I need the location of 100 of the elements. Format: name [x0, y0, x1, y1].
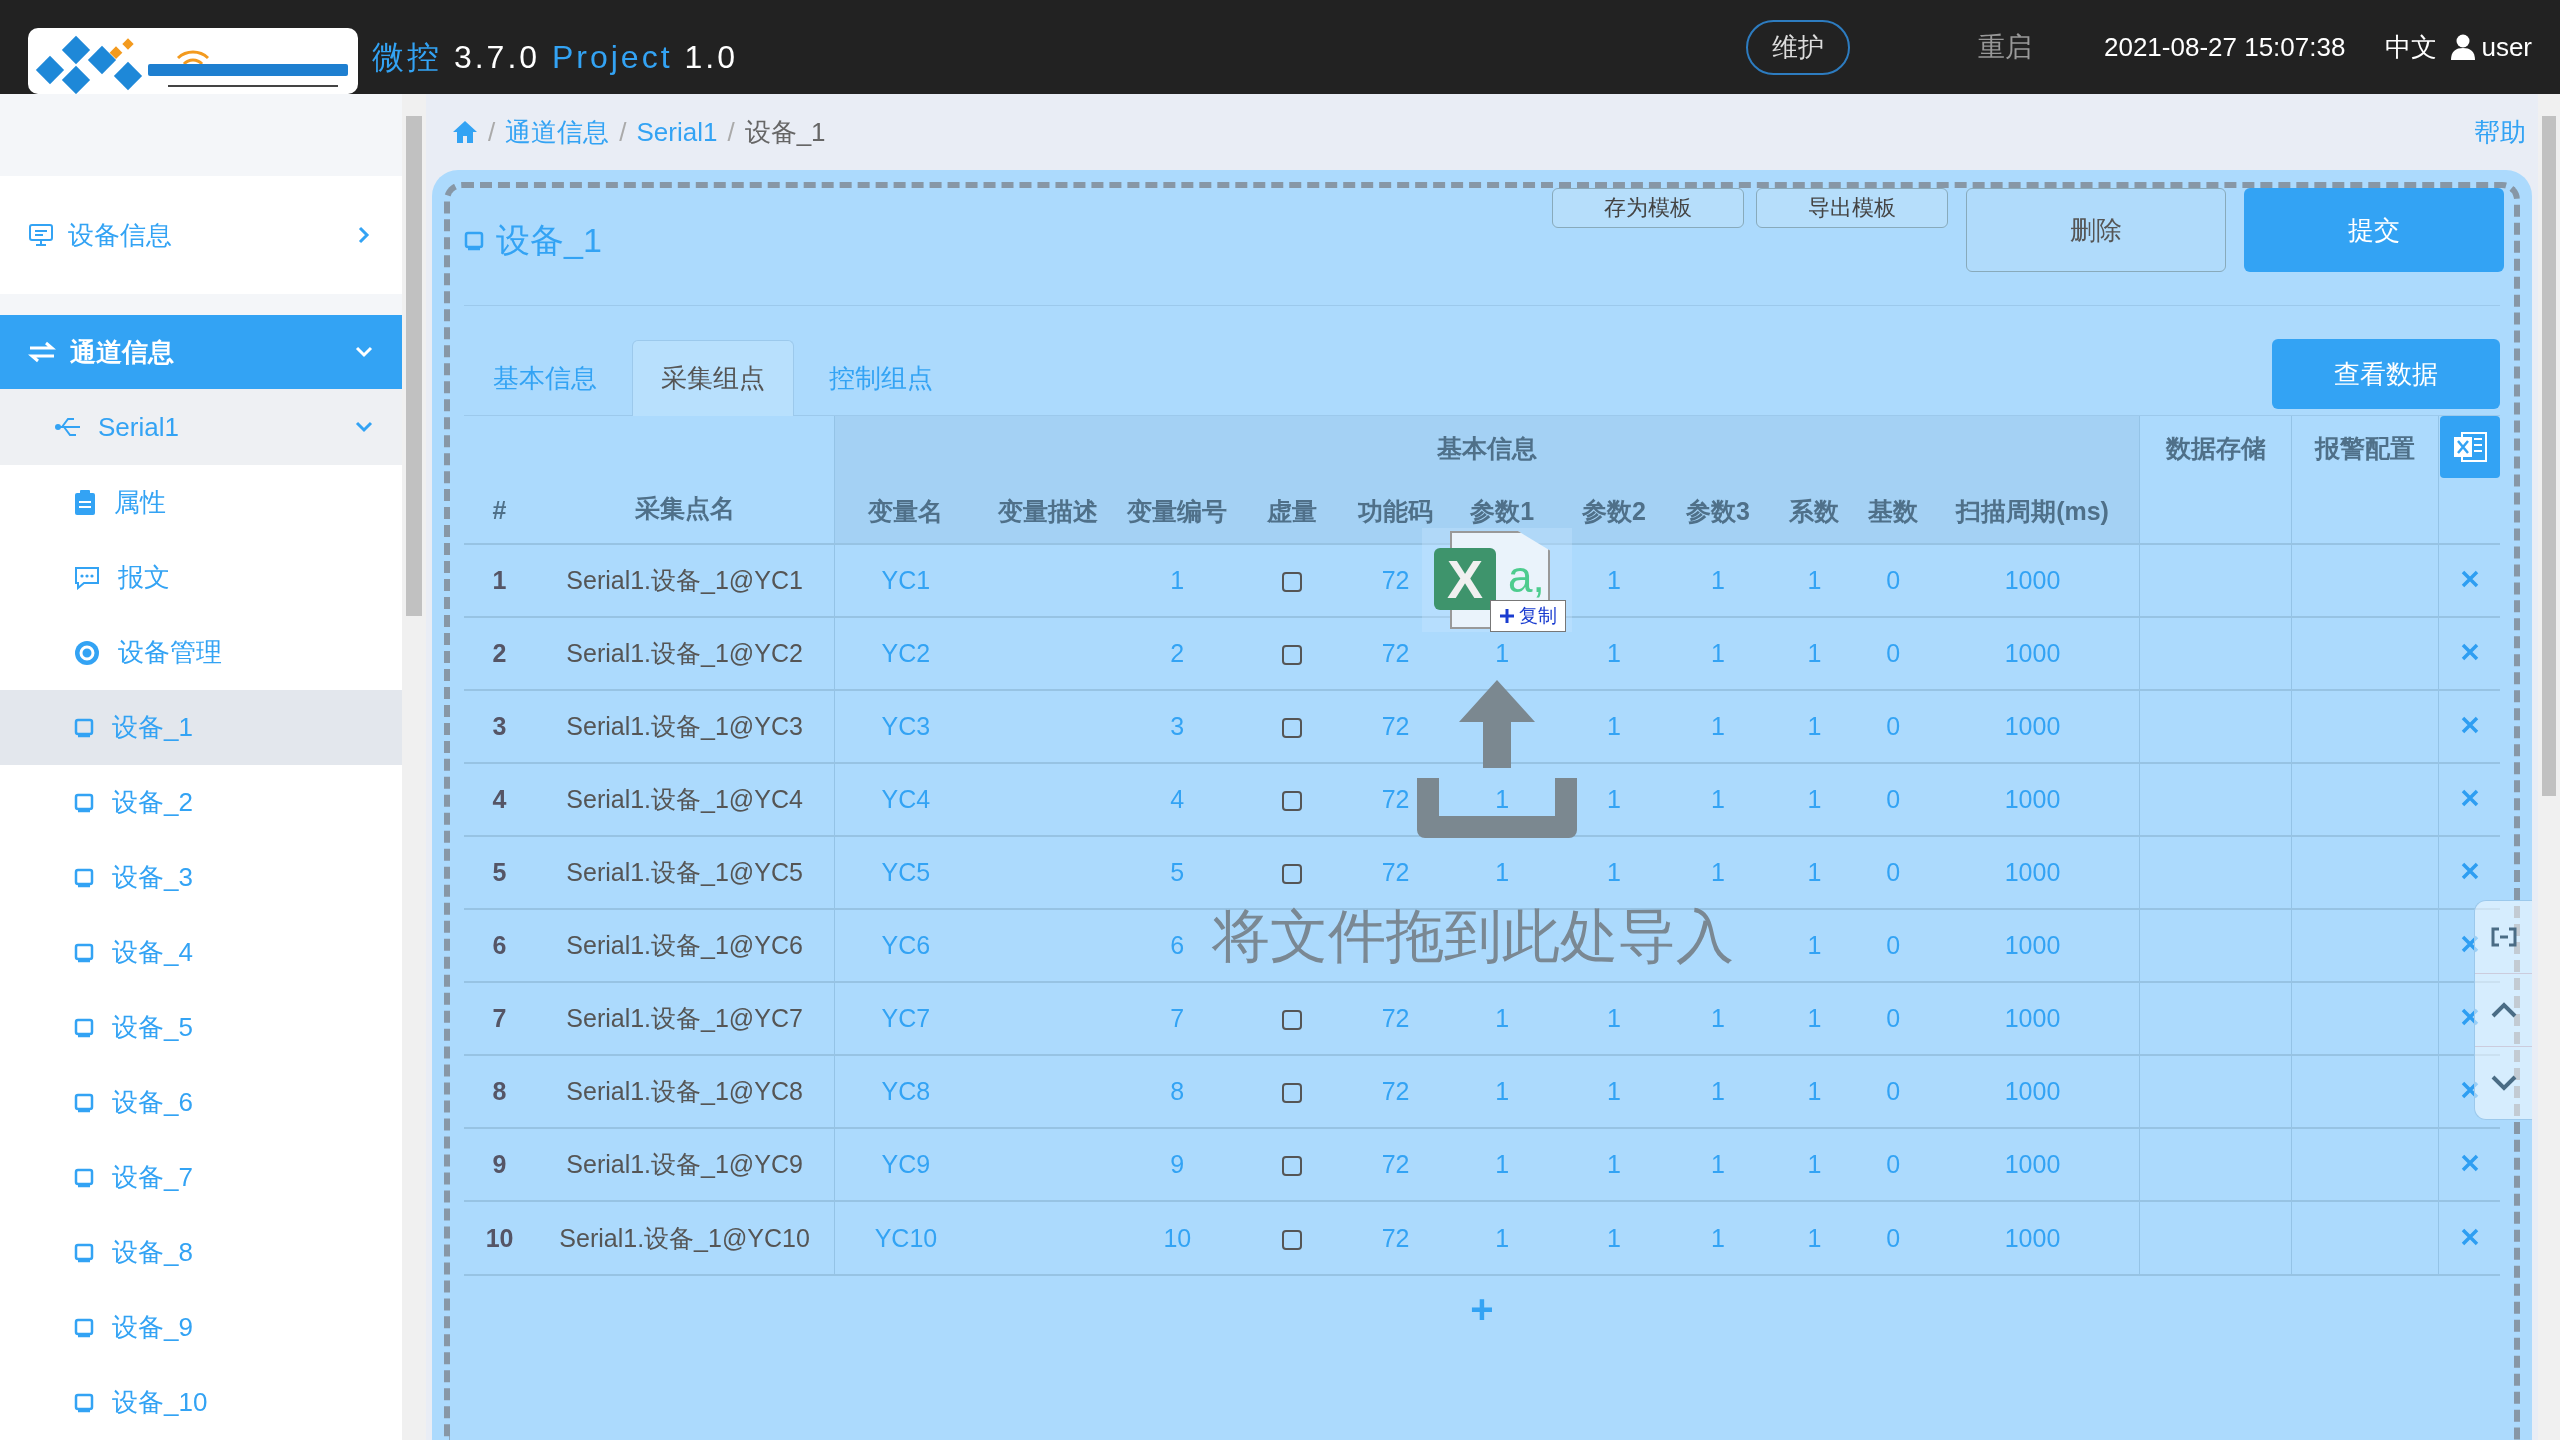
table-cell: Serial1.设备_1@YC3: [566, 712, 803, 740]
tab[interactable]: 采集组点: [632, 340, 794, 416]
table-cell: 72: [1381, 785, 1410, 813]
checkbox[interactable]: [1281, 645, 1302, 666]
table-cell: 1: [1711, 1004, 1725, 1032]
table-cell: YC2: [881, 639, 931, 667]
table-cell: 1000: [2004, 566, 2061, 594]
column-header: 报警配置: [2315, 434, 2416, 462]
delete-row-button[interactable]: [2459, 1080, 2480, 1100]
table-cell: 1: [1807, 785, 1822, 813]
maintain-button[interactable]: 维护: [1746, 19, 1850, 75]
table-cell: 0: [1886, 1150, 1901, 1178]
sidebar-item[interactable]: 设备_10: [0, 1365, 402, 1440]
help-link[interactable]: 帮助: [2474, 114, 2526, 150]
device-icon: [74, 1392, 94, 1413]
sidebar-item[interactable]: Serial1: [0, 389, 402, 465]
sidebar-item[interactable]: 设备_5: [0, 990, 402, 1065]
sidebar-item[interactable]: 设备_2: [0, 765, 402, 840]
checkbox[interactable]: [1281, 572, 1302, 593]
excel-button[interactable]: [2439, 416, 2500, 478]
scrollbar[interactable]: [402, 94, 426, 1440]
table-cell: 1000: [2004, 1077, 2061, 1105]
sidebar-section[interactable]: 设备信息: [0, 176, 402, 294]
checkbox[interactable]: [1281, 864, 1302, 885]
table-cell: 10: [1163, 1223, 1192, 1252]
breadcrumb-link[interactable]: 通道信息: [505, 114, 610, 150]
table-cell: 72: [1381, 1004, 1410, 1032]
table-cell: YC1: [881, 566, 931, 594]
sidebar-item[interactable]: 报文: [0, 540, 402, 615]
delete-row-button[interactable]: [2459, 715, 2480, 735]
view-data-button[interactable]: 查看数据: [2272, 339, 2500, 409]
sidebar-item[interactable]: 设备_3: [0, 840, 402, 915]
sidebar-item[interactable]: 设备_7: [0, 1140, 402, 1215]
checkbox[interactable]: [1281, 1010, 1302, 1031]
action-button[interactable]: 导出模板: [1756, 188, 1948, 228]
checkbox[interactable]: [1281, 1156, 1302, 1177]
table-cell: 9: [1170, 1150, 1185, 1178]
device-icon: [74, 1017, 94, 1038]
column-header: 功能码: [1358, 497, 1434, 525]
table-cell: 1: [1495, 785, 1510, 813]
sidebar-item[interactable]: 设备_6: [0, 1065, 402, 1140]
sidebar-item[interactable]: 属性: [0, 465, 402, 540]
sidebar-item[interactable]: 设备_1: [0, 690, 402, 765]
sidebar-item[interactable]: 设备_4: [0, 915, 402, 990]
checkbox[interactable]: [1281, 1229, 1302, 1250]
column-header: 参数2: [1581, 497, 1646, 525]
table-cell: 1: [1606, 639, 1621, 667]
user-name[interactable]: user: [2481, 31, 2532, 63]
tab[interactable]: 控制组点: [800, 340, 962, 416]
bracket-icon: [2489, 927, 2518, 947]
device-icon: [74, 717, 94, 738]
sidebar-item[interactable]: 设备_8: [0, 1215, 402, 1290]
delete-row-button[interactable]: [2459, 1226, 2480, 1247]
breadcrumb-separator: /: [727, 116, 735, 148]
clipboard-icon: [74, 489, 96, 516]
table-cell: 1: [1807, 1150, 1822, 1178]
breadcrumb-link[interactable]: 设备_1: [744, 114, 826, 150]
checkbox[interactable]: [1281, 791, 1302, 812]
table-cell: 0: [1886, 712, 1901, 740]
delete-row-button[interactable]: [2459, 1153, 2480, 1173]
tab[interactable]: 基本信息: [464, 340, 626, 416]
table-cell: 1: [1495, 858, 1510, 886]
home-icon[interactable]: [452, 120, 478, 144]
plus-icon: [1499, 608, 1515, 624]
file-type-letter: X: [1434, 548, 1496, 610]
delete-row-button[interactable]: [2459, 788, 2480, 808]
delete-row-button[interactable]: [2459, 861, 2480, 881]
column-header: 系数: [1789, 497, 1840, 525]
row-number: 8: [492, 1077, 507, 1105]
table-cell: 1000: [2004, 639, 2061, 667]
sidebar-section[interactable]: 通道信息: [0, 315, 402, 389]
device-icon: [74, 1317, 94, 1338]
delete-row-button[interactable]: [2459, 569, 2480, 589]
table-cell: 1: [1606, 858, 1621, 886]
checkbox[interactable]: [1281, 1083, 1302, 1104]
table-cell: 0: [1886, 639, 1901, 667]
action-button[interactable]: 存为模板: [1552, 188, 1744, 228]
device-icon: [464, 231, 484, 251]
table-cell: 1: [1495, 1223, 1510, 1252]
action-button[interactable]: 删除: [1966, 188, 2226, 272]
sidebar-item[interactable]: 设备_9: [0, 1290, 402, 1365]
column-header: 变量名: [868, 497, 944, 525]
table-cell: 72: [1381, 1150, 1410, 1178]
breadcrumb-link[interactable]: Serial1: [636, 116, 718, 148]
close-icon: [2459, 861, 2480, 881]
restart-button[interactable]: 重启: [1978, 29, 2032, 65]
table-cell: YC3: [881, 712, 931, 740]
table-cell: 0: [1886, 858, 1901, 886]
delete-row-button[interactable]: [2459, 642, 2480, 662]
add-row-button[interactable]: +: [1464, 1286, 1500, 1333]
delete-row-button[interactable]: [2459, 1007, 2480, 1027]
action-button[interactable]: 提交: [2244, 188, 2504, 272]
sidebar-item[interactable]: 设备管理: [0, 615, 402, 690]
close-icon: [2459, 1153, 2480, 1173]
column-header: 变量编号: [1127, 497, 1228, 525]
table-cell: 1: [1711, 1150, 1725, 1178]
column-header: 变量描述: [997, 497, 1098, 525]
scrollbar[interactable]: [2538, 94, 2560, 1440]
checkbox[interactable]: [1281, 718, 1302, 739]
delete-row-button[interactable]: [2459, 934, 2480, 954]
